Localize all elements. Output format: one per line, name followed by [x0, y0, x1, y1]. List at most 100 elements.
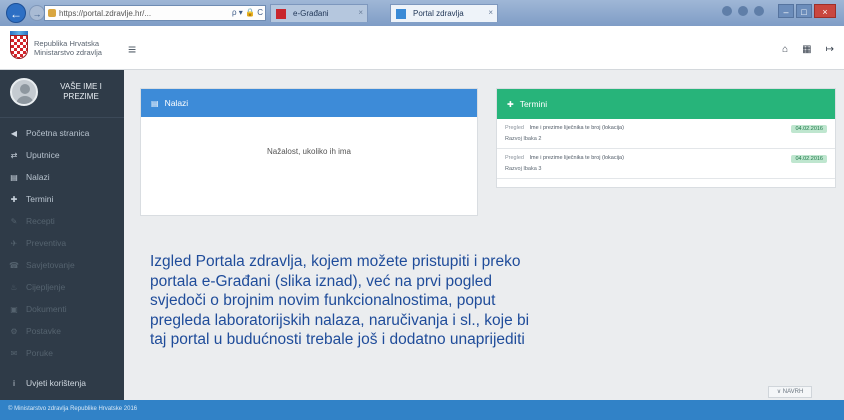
hamburger-menu-icon[interactable]: ≡ — [128, 42, 136, 56]
screen: ← → https://portal.zdravlje.hr/... ρ ▾ 🔒… — [0, 0, 844, 420]
sidebar-item-label: Preventiva — [26, 238, 67, 248]
back-arrow-icon: ← — [10, 7, 22, 21]
sidebar-item-preventiva[interactable]: ✈ Preventiva — [0, 232, 124, 254]
tab-label: e-Građani — [293, 9, 329, 18]
termini-panel-title: Termini — [519, 99, 548, 109]
document-icon: ▤ — [151, 98, 159, 108]
caption-line: Izgled Portala zdravlja, kojem možete pr… — [150, 253, 521, 270]
sidebar-nav-icon: ◀ — [10, 128, 18, 138]
address-text: https://portal.zdravlje.hr/... — [59, 8, 152, 18]
appointment-line: Pregled Ime i prezime liječnika te broj … — [505, 125, 624, 131]
caption-line: pregleda laboratorijskih nalaza, naručiv… — [150, 311, 530, 329]
home-icon[interactable]: ⌂ — [782, 44, 788, 55]
appointment-line: Pregled Ime i prezime liječnika te broj … — [505, 155, 624, 161]
appointment-row[interactable]: Pregled Ime i prezime liječnika te broj … — [497, 149, 835, 179]
nalazi-panel: ▤ Nalazi Nažalost, ukoliko ih ima — [140, 88, 478, 216]
sidebar-item-po-etna-stranica[interactable]: ◀ Početna stranica — [0, 122, 124, 144]
avatar — [10, 78, 38, 106]
appointment-type: Pregled — [505, 125, 524, 131]
ministry-logo-text: Republika Hrvatska Ministarstvo zdravlja — [34, 39, 118, 57]
sidebar-item-uputnice[interactable]: ⇄ Uputnice — [0, 144, 124, 166]
sidebar-item-nalazi[interactable]: ▤ Nalazi — [0, 166, 124, 188]
tab-close-icon[interactable]: × — [488, 8, 493, 17]
sidebar-item-dokumenti[interactable]: ▣ Dokumenti — [0, 298, 124, 320]
sidebar-nav-icon: ✎ — [10, 216, 18, 226]
settings-icon[interactable] — [754, 6, 764, 16]
sidebar-item-label: Poruke — [26, 348, 53, 358]
sidebar-item-label: Cijepljenje — [26, 282, 66, 292]
main-content: ▤ Nalazi Nažalost, ukoliko ih ima ✚ Term… — [124, 70, 844, 400]
caption-line: svjedoči o brojnim novim funkcionalnosti… — [150, 292, 496, 309]
sidebar-item-recepti[interactable]: ✎ Recepti — [0, 210, 124, 232]
sidebar-nav: ◀ Početna stranica ⇄ Uputnice ▤ Nalazi ✚ Termin… — [0, 118, 124, 364]
site-favicon-icon — [48, 9, 56, 17]
sidebar-item-label: Početna stranica — [26, 128, 90, 138]
tab-favicon-icon — [396, 9, 406, 19]
sidebar-item-postavke[interactable]: ⚙ Postavke — [0, 320, 124, 342]
grid-icon[interactable]: ▦ — [802, 44, 811, 55]
appointment-row[interactable]: Pregled Ime i prezime liječnika te broj … — [497, 119, 835, 149]
sidebar-nav-icon: ▤ — [10, 172, 18, 182]
sidebar-item-label: Postavke — [26, 326, 61, 336]
footer-copyright: © Ministarstvo zdravlja Republike Hrvats… — [8, 406, 138, 412]
sidebar-nav-icon: ✈ — [10, 238, 18, 248]
maximize-button[interactable]: □ — [796, 4, 812, 18]
sidebar-nav-icon: ⚙ — [10, 326, 18, 336]
appointment-description: Ime i prezime liječnika te broj (lokacij… — [529, 125, 624, 131]
coat-of-arms-logo[interactable] — [10, 35, 28, 59]
address-tools[interactable]: ρ ▾ 🔒 C — [232, 8, 263, 17]
favorites-icon[interactable] — [738, 6, 748, 16]
footer: © Ministarstvo zdravlja Republike Hrvats… — [0, 400, 844, 420]
app-header: Republika Hrvatska Ministarstvo zdravlja… — [0, 26, 844, 70]
sidebar-nav-icon: ✚ — [10, 194, 18, 204]
sidebar-item-savjetovanje[interactable]: ☎ Savjetovanje — [0, 254, 124, 276]
sidebar-nav-icon: ⇄ — [10, 150, 18, 160]
sidebar-item-label: Recepti — [26, 216, 55, 226]
sidebar-nav-icon: ▣ — [10, 304, 18, 314]
nalazi-panel-title: Nalazi — [164, 98, 189, 108]
user-name: VAŠE IME I PREZIME — [60, 82, 102, 101]
close-window-button[interactable]: × — [814, 4, 836, 18]
termini-panel: ✚ Termini Pregled Ime i prezime liječnik… — [496, 88, 836, 188]
header-actions: ⌂ ▦ ↦ — [782, 44, 834, 55]
sidebar: VAŠE IME I PREZIME ◀ Početna stranica ⇄ Upu… — [0, 70, 124, 400]
caption-line: portala e-Građani (slika iznad), već na … — [150, 272, 493, 290]
tab-portal-zdravlja[interactable]: Portal zdravlja × — [390, 4, 498, 22]
sidebar-item-terms[interactable]: i Uvjeti korištenja — [0, 372, 124, 394]
tab-e-gradjani[interactable]: e-Građani × — [270, 4, 368, 22]
back-button[interactable]: ← — [6, 3, 26, 23]
home-browser-icon[interactable] — [722, 6, 732, 16]
sidebar-nav-icon: ☎ — [9, 260, 19, 270]
termini-panel-header[interactable]: ✚ Termini — [497, 89, 835, 119]
tab-close-icon[interactable]: × — [358, 8, 363, 17]
scroll-to-top-button[interactable]: ∨ NAVRH — [768, 386, 812, 398]
logout-icon[interactable]: ↦ — [826, 44, 834, 55]
browser-toolbar-icons — [722, 6, 764, 16]
nalazi-empty-message: Nažalost, ukoliko ih ima — [266, 147, 352, 156]
browser-toolbar: ← → https://portal.zdravlje.hr/... ρ ▾ 🔒… — [0, 0, 844, 26]
tab-favicon-icon — [276, 9, 286, 19]
sidebar-item-poruke[interactable]: ✉ Poruke — [0, 342, 124, 364]
caption-line: taj portal u budućnosti trebale još i do… — [150, 331, 525, 348]
article-caption: Izgled Portala zdravlja, kojem možete pr… — [150, 252, 750, 350]
sidebar-item-termini[interactable]: ✚ Termini — [0, 188, 124, 210]
sidebar-nav-icon: ♨ — [10, 282, 18, 292]
address-bar[interactable]: https://portal.zdravlje.hr/... ρ ▾ 🔒 C — [44, 5, 266, 21]
user-profile[interactable]: VAŠE IME I PREZIME — [0, 70, 124, 118]
logo-line-1: Republika Hrvatska — [34, 39, 100, 48]
sidebar-item-cijepljenje[interactable]: ♨ Cijepljenje — [0, 276, 124, 298]
info-icon: i — [13, 378, 15, 388]
nalazi-panel-header[interactable]: ▤ Nalazi — [141, 89, 477, 117]
logo-line-2: Ministarstvo zdravlja — [34, 48, 102, 57]
plus-icon: ✚ — [507, 99, 514, 109]
window-controls: – □ × — [778, 4, 836, 18]
appointment-description: Ime i prezime liječnika te broj (lokacij… — [529, 155, 624, 161]
forward-button[interactable]: → — [29, 5, 45, 21]
appointment-location: Razvoj Ibaka 3 — [505, 166, 542, 172]
sidebar-nav-icon: ✉ — [10, 348, 18, 358]
sidebar-item-label: Termini — [26, 194, 54, 204]
appointment-date-badge: 04.02.2016 — [791, 155, 827, 163]
minimize-button[interactable]: – — [778, 4, 794, 18]
sidebar-item-label: Uputnice — [26, 150, 60, 160]
forward-arrow-icon: → — [32, 9, 42, 19]
